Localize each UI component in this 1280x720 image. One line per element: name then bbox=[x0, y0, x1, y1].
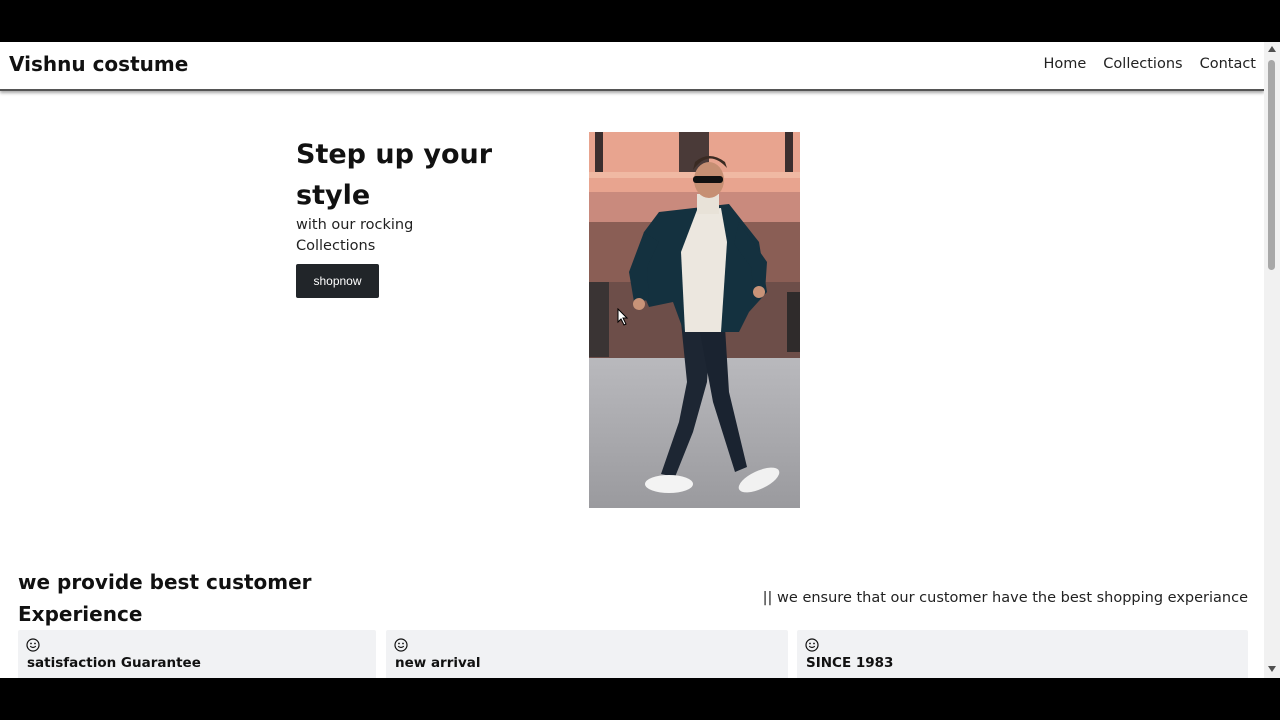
feature-card-since: SINCE 1983 bbox=[797, 630, 1248, 678]
scroll-thumb[interactable] bbox=[1268, 60, 1275, 270]
nav-links: Home Collections Contact bbox=[1043, 56, 1256, 72]
shopnow-button[interactable]: shopnow bbox=[296, 264, 379, 298]
page-viewport: Vishnu costume Home Collections Contact … bbox=[0, 42, 1280, 678]
hero-subtitle: with our rocking Collections bbox=[296, 217, 414, 254]
nav-link-collections[interactable]: Collections bbox=[1103, 56, 1182, 72]
smile-icon bbox=[394, 638, 408, 652]
feature-card-satisfaction: satisfaction Guarantee bbox=[18, 630, 376, 678]
smile-icon bbox=[26, 638, 40, 652]
vertical-scrollbar[interactable] bbox=[1264, 42, 1280, 678]
card-title: satisfaction Guarantee bbox=[27, 655, 201, 671]
experience-note: || we ensure that our customer have the … bbox=[762, 590, 1248, 606]
brand-logo[interactable]: Vishnu costume bbox=[9, 52, 188, 76]
mouse-cursor-icon bbox=[617, 308, 629, 326]
scroll-down-arrow-icon[interactable] bbox=[1268, 666, 1276, 672]
nav-link-home[interactable]: Home bbox=[1043, 56, 1086, 72]
nav-link-contact[interactable]: Contact bbox=[1200, 56, 1256, 72]
navbar: Vishnu costume Home Collections Contact bbox=[0, 42, 1264, 91]
smile-icon bbox=[805, 638, 819, 652]
card-title: SINCE 1983 bbox=[806, 655, 894, 671]
hero-title: Step up your style bbox=[296, 139, 493, 211]
scroll-up-arrow-icon[interactable] bbox=[1268, 46, 1276, 52]
feature-card-new-arrival: new arrival bbox=[386, 630, 788, 678]
experience-title: we provide best customer Experience bbox=[18, 570, 312, 626]
card-title: new arrival bbox=[395, 655, 481, 671]
